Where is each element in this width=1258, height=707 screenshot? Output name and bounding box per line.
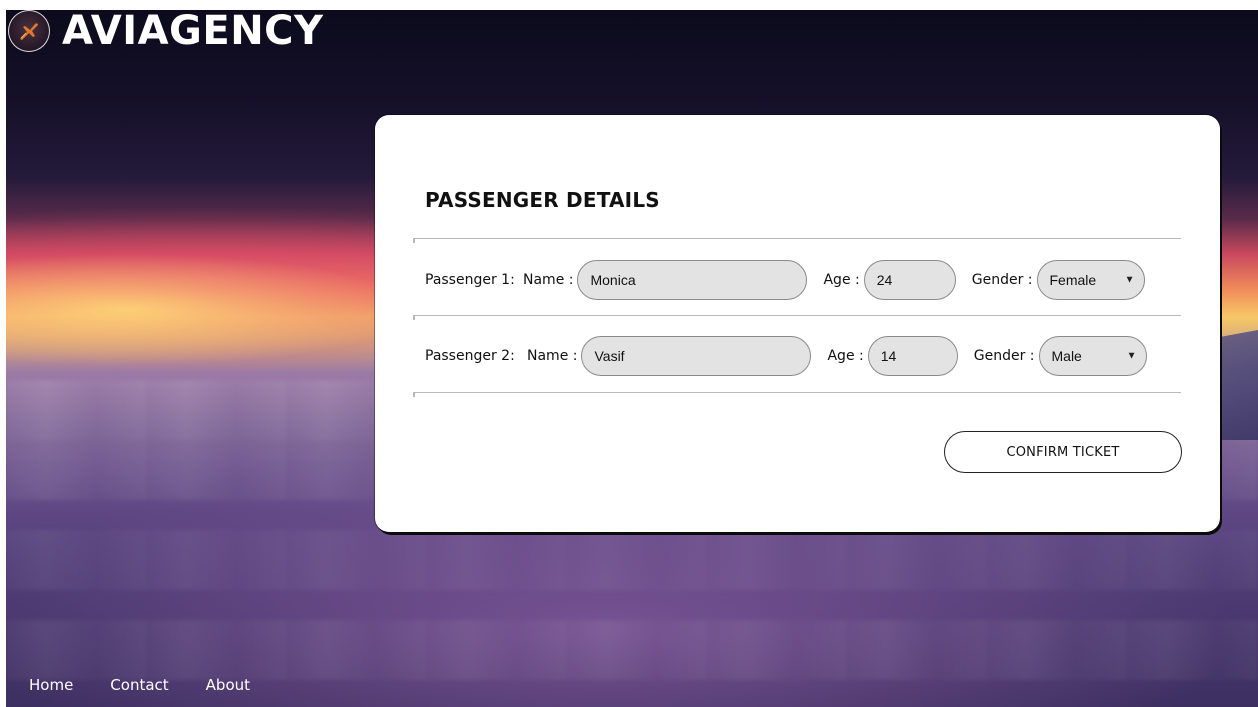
footer-nav: Home Contact About [29,676,250,694]
passenger-1-gender-select[interactable]: Female ▼ [1036,260,1145,300]
gender-label: Gender : [973,348,1035,364]
chevron-down-icon: ▼ [1126,350,1137,362]
plane-emblem-icon [8,10,50,52]
passenger-2-name-input[interactable] [581,336,812,376]
footer-link-home[interactable]: Home [29,676,73,694]
passenger-2-gender-select[interactable]: Male ▼ [1038,336,1147,376]
name-label: Name : [527,348,578,364]
passenger-row-2: Passenger 2: Name : Age : Gender : Male … [425,335,1147,377]
chevron-down-icon: ▼ [1124,274,1135,286]
divider [413,391,1181,397]
age-label: Age : [823,272,860,288]
confirm-ticket-button[interactable]: CONFIRM TICKET [944,431,1182,473]
cloud-layer [6,620,1258,680]
page-title: PASSENGER DETAILS [425,188,660,212]
selected-gender: Male [1051,348,1082,364]
passenger-label: Passenger 2: [425,348,515,364]
selected-gender: Female [1049,272,1097,288]
passenger-details-card: PASSENGER DETAILS Passenger 1: Name : Ag… [375,115,1220,532]
divider [413,237,1181,243]
cloud-layer [6,530,1258,590]
brand-name: AVIAGENCY [62,8,324,54]
brand-logo[interactable]: AVIAGENCY [8,10,324,52]
passenger-row-1: Passenger 1: Name : Age : Gender : Femal… [425,259,1145,301]
passenger-2-age-input[interactable] [867,336,958,376]
passenger-1-name-input[interactable] [577,260,808,300]
passenger-label: Passenger 1: [425,272,515,288]
footer-link-about[interactable]: About [206,676,250,694]
gender-label: Gender : [971,272,1033,288]
divider [413,314,1181,320]
footer-link-contact[interactable]: Contact [110,676,168,694]
passenger-1-age-input[interactable] [863,260,956,300]
age-label: Age : [827,348,864,364]
name-label: Name : [523,272,574,288]
